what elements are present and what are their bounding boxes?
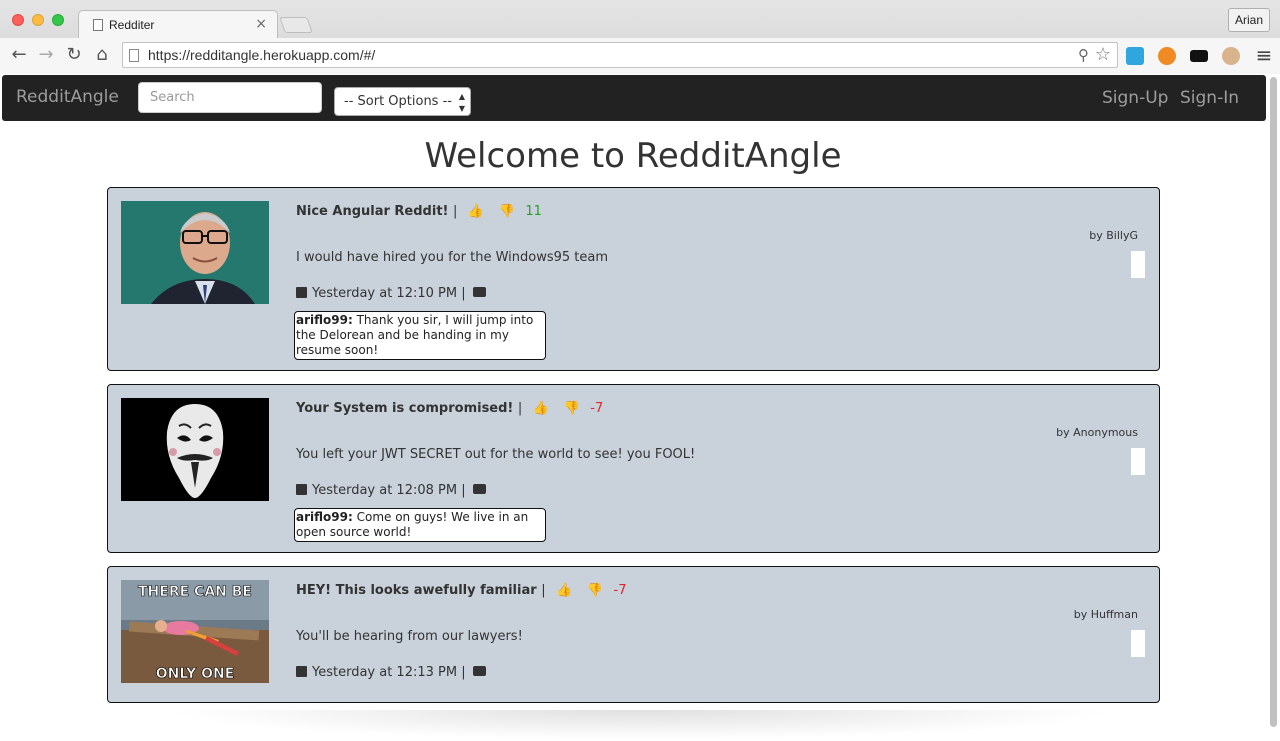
calendar-icon (296, 287, 307, 298)
minimize-window-button[interactable] (32, 14, 44, 26)
zoom-window-button[interactable] (52, 14, 64, 26)
close-window-button[interactable] (12, 14, 24, 26)
forward-icon[interactable]: → (35, 44, 57, 66)
bookmark-star-icon[interactable]: ☆ (1095, 44, 1111, 65)
profile-button[interactable]: Arian (1227, 8, 1270, 32)
post-score: 11 (525, 204, 542, 219)
post-body: I would have hired you for the Windows95… (296, 250, 609, 265)
url-text[interactable]: https://redditangle.herokuapp.com/#/ (148, 47, 375, 63)
scrollbar-thumb[interactable] (1270, 77, 1277, 727)
post-title[interactable]: Your System is compromised! (296, 401, 513, 416)
post-timestamp: Yesterday at 12:13 PM (312, 665, 458, 680)
page-shadow (160, 710, 1120, 740)
extension-lifebuoy-icon[interactable] (1158, 47, 1176, 65)
post-title-row: HEY! This looks awefully familiar | 👍 👎 … (296, 583, 627, 598)
app-navbar: RedditAngle Search -- Sort Options -- ▲ ▼… (2, 75, 1266, 121)
post-title-row: Nice Angular Reddit! | 👍 👎 11 (296, 204, 542, 219)
search-input[interactable]: Search (138, 82, 322, 113)
post-body: You'll be hearing from our lawyers! (296, 629, 523, 644)
comment-icon[interactable] (472, 666, 486, 676)
tab-title: Redditer (109, 18, 155, 32)
meme-text-top: THERE CAN BE (138, 584, 252, 600)
post-score: -7 (613, 583, 627, 598)
extension-check-icon[interactable] (1126, 47, 1144, 65)
calendar-icon (296, 484, 307, 495)
extension-camera-icon[interactable] (1190, 50, 1208, 62)
thumbs-down-icon[interactable]: 👎 (564, 401, 580, 416)
new-tab-button[interactable] (279, 17, 313, 33)
post-title-row: Your System is compromised! | 👍 👎 -7 (296, 401, 604, 416)
page-scrollbar[interactable] (1268, 75, 1278, 730)
post-card: Your System is compromised! | 👍 👎 -7 by … (107, 384, 1160, 553)
browser-chrome: Redditer × Arian ← → ↻ ⌂ https://reddita… (0, 0, 1280, 74)
back-icon[interactable]: ← (8, 44, 30, 66)
vote-scroll-box[interactable] (1131, 630, 1145, 657)
comment-icon[interactable] (472, 484, 486, 494)
post-card: Nice Angular Reddit! | 👍 👎 11 by BillyG … (107, 187, 1160, 371)
thumbs-down-icon[interactable]: 👎 (499, 204, 515, 219)
post-timestamp-row: Yesterday at 12:10 PM | (296, 286, 486, 301)
browser-toolbar: ← → ↻ ⌂ https://redditangle.herokuapp.co… (0, 38, 1280, 74)
vote-scroll-box[interactable] (1131, 448, 1145, 475)
vote-scroll-box[interactable] (1131, 251, 1145, 278)
post-timestamp-row: Yesterday at 12:13 PM | (296, 665, 486, 680)
post-title[interactable]: HEY! This looks awefully familiar (296, 583, 537, 598)
address-bar[interactable]: https://redditangle.herokuapp.com/#/ ⚲ ☆ (122, 42, 1118, 68)
page-icon (93, 19, 103, 31)
comment-user: ariflo99: (296, 313, 353, 327)
comment-icon[interactable] (472, 287, 486, 297)
close-icon[interactable]: × (255, 16, 267, 32)
comment-box: ariflo99: Thank you sir, I will jump int… (294, 311, 546, 360)
menu-icon[interactable]: ≡ (1253, 44, 1275, 66)
thumbs-up-icon[interactable]: 👍 (556, 583, 572, 598)
sort-select[interactable]: -- Sort Options -- ▲ ▼ (334, 87, 471, 116)
extension-avatar-icon[interactable] (1222, 47, 1240, 65)
post-thumbnail[interactable] (121, 398, 269, 501)
select-arrows-icon: ▲ ▼ (458, 92, 465, 113)
browser-tab[interactable]: Redditer × (78, 10, 278, 38)
search-icon[interactable]: ⚲ (1078, 46, 1089, 64)
signin-link[interactable]: Sign-In (1180, 88, 1239, 108)
post-score: -7 (590, 401, 604, 416)
post-thumbnail[interactable]: THERE CAN BE ONLY ONE (121, 580, 269, 683)
thumbs-up-icon[interactable]: 👍 (533, 401, 549, 416)
thumbs-down-icon[interactable]: 👎 (587, 583, 603, 598)
post-body: You left your JWT SECRET out for the wor… (296, 447, 696, 462)
page-title: Welcome to RedditAngle (424, 136, 842, 176)
calendar-icon (296, 666, 307, 677)
page-icon (129, 49, 139, 62)
post-timestamp: Yesterday at 12:10 PM (312, 286, 458, 301)
post-author: by Anonymous (1056, 426, 1138, 439)
post-author: by BillyG (1089, 229, 1138, 242)
thumbs-up-icon[interactable]: 👍 (468, 204, 484, 219)
comment-user: ariflo99: (296, 510, 353, 524)
post-author: by Huffman (1073, 608, 1138, 621)
tab-bar: Redditer × Arian (0, 0, 1280, 38)
post-thumbnail[interactable] (121, 201, 269, 304)
brand-link[interactable]: RedditAngle (16, 87, 119, 107)
post-title[interactable]: Nice Angular Reddit! (296, 204, 448, 219)
post-card: THERE CAN BE ONLY ONE HEY! This looks aw… (107, 566, 1160, 703)
sort-select-label: -- Sort Options -- (344, 94, 452, 109)
signup-link[interactable]: Sign-Up (1102, 88, 1168, 108)
post-timestamp: Yesterday at 12:08 PM (312, 483, 458, 498)
home-icon[interactable]: ⌂ (91, 44, 113, 66)
meme-text-bottom: ONLY ONE (156, 666, 235, 682)
reload-icon[interactable]: ↻ (63, 44, 85, 66)
post-timestamp-row: Yesterday at 12:08 PM | (296, 483, 486, 498)
comment-box: ariflo99: Come on guys! We live in an op… (294, 508, 546, 542)
